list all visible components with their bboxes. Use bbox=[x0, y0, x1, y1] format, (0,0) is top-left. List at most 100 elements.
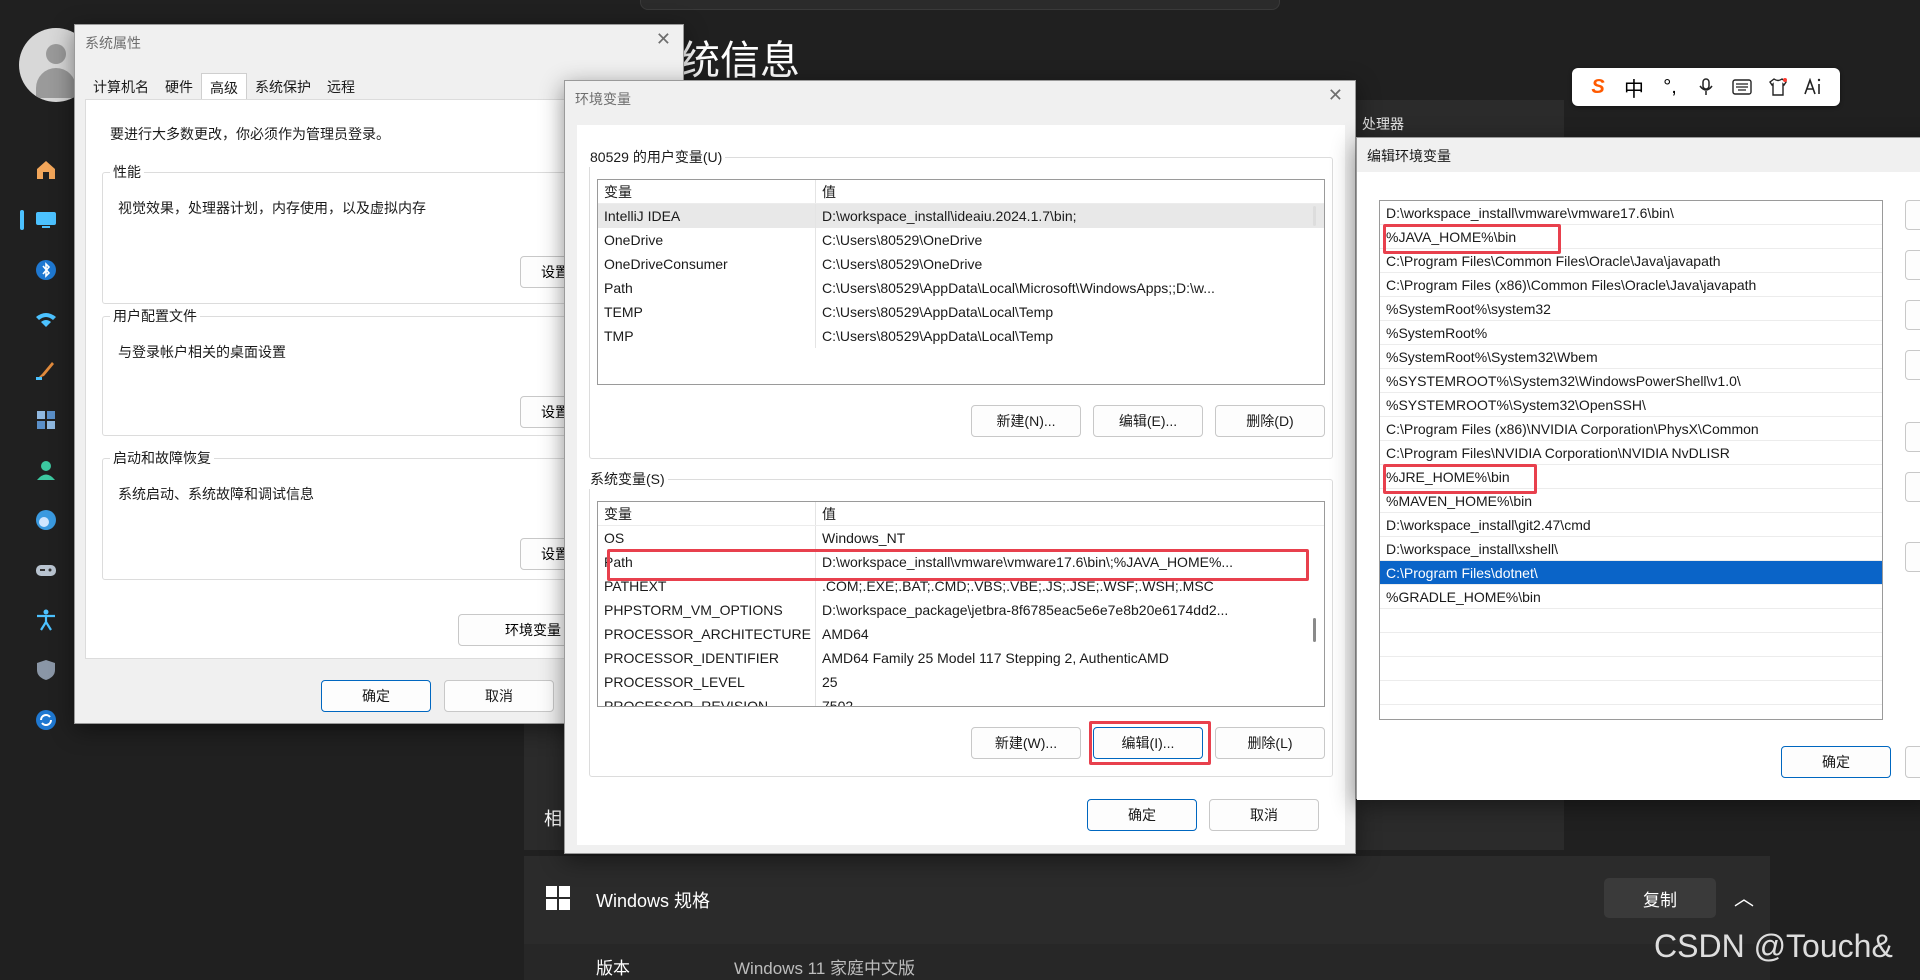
path-list-empty-row bbox=[1380, 657, 1882, 681]
system-icon[interactable] bbox=[20, 195, 72, 245]
table-row[interactable]: OneDrive C:\Users\80529\OneDrive bbox=[598, 228, 1324, 252]
move-down-button[interactable] bbox=[1905, 472, 1920, 502]
user-edit-button[interactable]: 编辑(E)... bbox=[1093, 405, 1203, 437]
apps-icon[interactable] bbox=[20, 395, 72, 445]
ok-button[interactable]: 确定 bbox=[1781, 746, 1891, 778]
bluetooth-icon[interactable] bbox=[20, 245, 72, 295]
edit-path-button[interactable] bbox=[1905, 250, 1920, 280]
ime-punctuation-toggle[interactable]: °, bbox=[1657, 76, 1683, 99]
ok-button[interactable]: 确定 bbox=[321, 680, 431, 712]
path-list-item[interactable]: %SYSTEMROOT%\System32\OpenSSH\ bbox=[1380, 393, 1882, 417]
accessibility-icon[interactable] bbox=[20, 595, 72, 645]
cancel-button[interactable]: 取消 bbox=[1209, 799, 1319, 831]
var-name: PROCESSOR_IDENTIFIER bbox=[598, 646, 816, 670]
table-row[interactable]: OS Windows_NT bbox=[598, 526, 1324, 550]
table-row[interactable]: PROCESSOR_ARCHITECTURE AMD64 bbox=[598, 622, 1324, 646]
path-list-item[interactable]: C:\Program Files (x86)\NVIDIA Corporatio… bbox=[1380, 417, 1882, 441]
path-list-item[interactable]: %SystemRoot%\system32 bbox=[1380, 297, 1882, 321]
cancel-button[interactable]: 取消 bbox=[444, 680, 554, 712]
processor-label: 处理器 bbox=[1362, 116, 1404, 132]
chevron-up-icon[interactable]: ︿ bbox=[1734, 882, 1754, 911]
path-list-item[interactable]: %SystemRoot% bbox=[1380, 321, 1882, 345]
var-name: PROCESSOR_REVISION bbox=[598, 694, 816, 706]
cancel-button[interactable] bbox=[1905, 746, 1920, 778]
ok-button[interactable]: 确定 bbox=[1087, 799, 1197, 831]
skin-shirt-icon[interactable] bbox=[1765, 78, 1791, 96]
edit-text-button[interactable] bbox=[1905, 542, 1920, 572]
accounts-icon[interactable] bbox=[20, 445, 72, 495]
ai-icon[interactable] bbox=[1801, 78, 1827, 96]
table-row[interactable]: Path C:\Users\80529\AppData\Local\Microso… bbox=[598, 276, 1324, 300]
table-header: 变量 值 bbox=[598, 180, 1324, 204]
wifi-icon[interactable] bbox=[20, 295, 72, 345]
tab-system-protection[interactable]: 系统保护 bbox=[247, 73, 319, 99]
home-icon[interactable] bbox=[20, 145, 72, 195]
privacy-shield-icon[interactable] bbox=[20, 645, 72, 695]
path-list-item[interactable]: %GRADLE_HOME%\bin bbox=[1380, 585, 1882, 609]
edit-environment-variable-dialog: 编辑环境变量 D:\workspace_install\vmware\vmwar… bbox=[1356, 137, 1920, 800]
user-new-button[interactable]: 新建(N)... bbox=[971, 405, 1081, 437]
path-list-empty-row bbox=[1380, 609, 1882, 633]
personalization-icon[interactable] bbox=[20, 345, 72, 395]
table-row[interactable]: TEMP C:\Users\80529\AppData\Local\Temp bbox=[598, 300, 1324, 324]
user-variables-table[interactable]: 变量 值 IntelliJ IDEA D:\workspace_install\i… bbox=[597, 179, 1325, 385]
copy-button[interactable]: 复制 bbox=[1604, 878, 1716, 918]
system-new-button[interactable]: 新建(W)... bbox=[971, 727, 1081, 759]
scrollbar[interactable] bbox=[1313, 618, 1316, 642]
column-header-variable[interactable]: 变量 bbox=[598, 180, 816, 203]
var-name: PROCESSOR_LEVEL bbox=[598, 670, 816, 694]
jre-home-highlight-box bbox=[1383, 464, 1537, 494]
close-icon[interactable]: ✕ bbox=[656, 29, 671, 50]
table-row[interactable]: IntelliJ IDEA D:\workspace_install\ideaiu… bbox=[598, 204, 1324, 228]
table-row[interactable]: PHPSTORM_VM_OPTIONS D:\workspace_package\… bbox=[598, 598, 1324, 622]
path-list-item[interactable]: %SYSTEMROOT%\System32\WindowsPowerShell\… bbox=[1380, 369, 1882, 393]
path-list-item[interactable]: C:\Program Files\dotnet\ bbox=[1380, 561, 1882, 585]
column-header-value[interactable]: 值 bbox=[816, 502, 1296, 525]
path-list-item[interactable]: D:\workspace_install\vmware\vmware17.6\b… bbox=[1380, 201, 1882, 225]
scrollbar[interactable] bbox=[1313, 206, 1316, 226]
new-path-button[interactable] bbox=[1905, 200, 1920, 230]
table-row[interactable]: PROCESSOR_REVISION 7502 bbox=[598, 694, 1324, 706]
profile-desc: 与登录帐户相关的桌面设置 bbox=[118, 344, 286, 360]
var-value: C:\Users\80529\AppData\Local\Microsoft\W… bbox=[822, 280, 1215, 296]
dialog-title: 系统属性 bbox=[85, 35, 141, 51]
move-up-button[interactable] bbox=[1905, 422, 1920, 452]
column-header-variable[interactable]: 变量 bbox=[598, 502, 816, 525]
path-list-item[interactable]: %SystemRoot%\System32\Wbem bbox=[1380, 345, 1882, 369]
path-list[interactable]: D:\workspace_install\vmware\vmware17.6\b… bbox=[1379, 200, 1883, 720]
environment-variables-dialog: 环境变量 ✕ 80529 的用户变量(U) 变量 值 IntelliJ IDEA… bbox=[564, 80, 1356, 854]
ime-mode-toggle[interactable]: 中 bbox=[1621, 73, 1647, 102]
path-list-item[interactable]: D:\workspace_install\git2.47\cmd bbox=[1380, 513, 1882, 537]
table-row[interactable]: OneDriveConsumer C:\Users\80529\OneDrive bbox=[598, 252, 1324, 276]
delete-path-button[interactable] bbox=[1905, 350, 1920, 380]
update-icon[interactable] bbox=[20, 695, 72, 745]
time-language-icon[interactable] bbox=[20, 495, 72, 545]
system-variables-table[interactable]: 变量 值 OS Windows_NT Path D:\workspace_insta… bbox=[597, 501, 1325, 707]
close-icon[interactable]: ✕ bbox=[1328, 85, 1343, 106]
gaming-icon[interactable] bbox=[20, 545, 72, 595]
tab-hardware[interactable]: 硬件 bbox=[157, 73, 201, 99]
windows-spec-section[interactable]: Windows 规格 复制 ︿ bbox=[524, 856, 1770, 944]
var-value: C:\Users\80529\OneDrive bbox=[822, 232, 983, 248]
system-delete-button[interactable]: 删除(L) bbox=[1215, 727, 1325, 759]
path-list-item[interactable]: D:\workspace_install\xshell\ bbox=[1380, 537, 1882, 561]
sogou-logo-icon[interactable]: S bbox=[1585, 76, 1611, 99]
settings-search-box[interactable] bbox=[640, 0, 1280, 10]
path-list-item[interactable]: C:\Program Files\NVIDIA Corporation\NVID… bbox=[1380, 441, 1882, 465]
microphone-icon[interactable] bbox=[1693, 78, 1719, 96]
tab-computer-name[interactable]: 计算机名 bbox=[85, 73, 157, 99]
tab-advanced[interactable]: 高级 bbox=[201, 73, 247, 99]
table-row[interactable]: PROCESSOR_LEVEL 25 bbox=[598, 670, 1324, 694]
user-delete-button[interactable]: 删除(D) bbox=[1215, 405, 1325, 437]
column-header-value[interactable]: 值 bbox=[816, 180, 1296, 203]
var-name: OneDriveConsumer bbox=[598, 252, 816, 276]
browse-path-button[interactable] bbox=[1905, 300, 1920, 330]
path-list-item[interactable]: C:\Program Files (x86)\Common Files\Orac… bbox=[1380, 273, 1882, 297]
tab-remote[interactable]: 远程 bbox=[319, 73, 363, 99]
dialog-title: 环境变量 bbox=[575, 91, 631, 107]
table-row[interactable]: PROCESSOR_IDENTIFIER AMD64 Family 25 Mode… bbox=[598, 646, 1324, 670]
keyboard-icon[interactable] bbox=[1729, 79, 1755, 95]
var-value: AMD64 Family 25 Model 117 Stepping 2, Au… bbox=[822, 650, 1169, 666]
ime-toolbar: S 中 °, bbox=[1572, 68, 1840, 106]
table-row[interactable]: TMP C:\Users\80529\AppData\Local\Temp bbox=[598, 324, 1324, 348]
